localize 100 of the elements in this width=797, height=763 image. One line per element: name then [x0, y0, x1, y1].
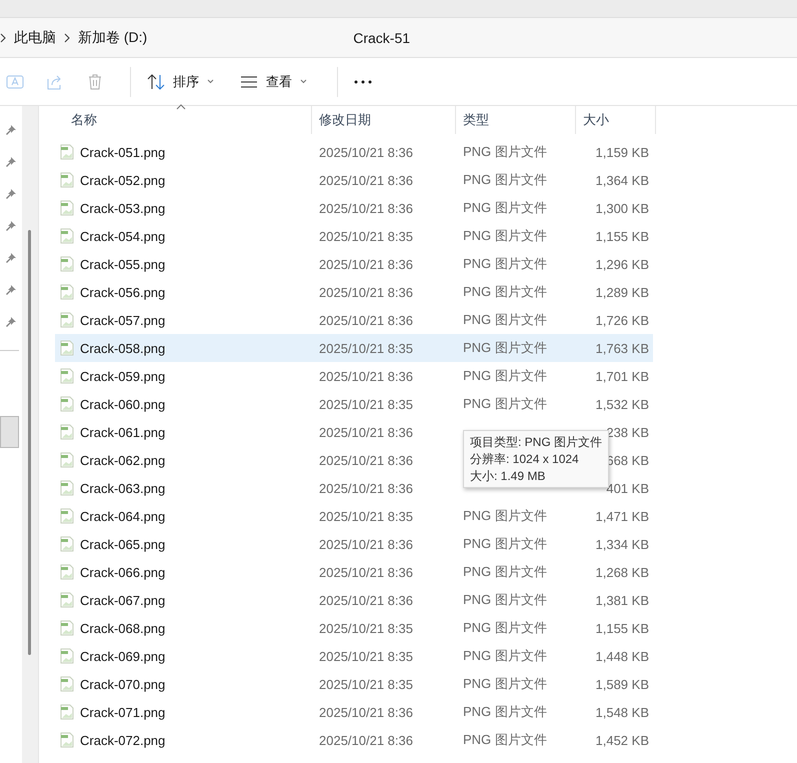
file-type: PNG 图片文件	[462, 171, 548, 189]
breadcrumb-item[interactable]: 此电脑	[6, 28, 64, 46]
modified-date: 2025/10/21 8:36	[318, 704, 414, 720]
file-size: 1,763 KB	[594, 340, 650, 356]
file-type: PNG 图片文件	[462, 535, 548, 553]
file-type: PNG 图片文件	[462, 283, 548, 301]
file-size: 1,155 KB	[594, 228, 650, 244]
file-name[interactable]: Crack-067.png	[80, 592, 166, 608]
pin-icon	[6, 221, 16, 231]
file-name[interactable]: Crack-072.png	[80, 732, 166, 748]
file-size: 1,726 KB	[594, 312, 650, 328]
chevron-icon	[0, 32, 6, 42]
modified-date: 2025/10/21 8:36	[318, 144, 414, 160]
file-size: 1,155 KB	[594, 620, 650, 636]
file-name[interactable]: Crack-052.png	[80, 172, 166, 188]
file-name[interactable]: Crack-055.png	[80, 256, 166, 272]
image-file-icon	[59, 368, 75, 384]
image-file-icon	[59, 284, 75, 300]
sort-menu-button[interactable]: 排序	[141, 68, 220, 94]
file-name[interactable]: Crack-071.png	[80, 704, 166, 720]
file-name[interactable]: Crack-057.png	[80, 312, 166, 328]
image-file-icon	[59, 648, 75, 664]
modified-date: 2025/10/21 8:36	[318, 172, 414, 188]
image-file-icon	[59, 228, 75, 244]
file-name[interactable]: Crack-069.png	[80, 648, 166, 664]
column-header[interactable]: 修改日期	[312, 106, 456, 134]
column-header[interactable]: 类型	[456, 106, 576, 134]
modified-date: 2025/10/21 8:35	[318, 508, 414, 524]
file-size: 1,268 KB	[594, 564, 650, 580]
file-name[interactable]: Crack-054.png	[80, 228, 166, 244]
file-name[interactable]: Crack-061.png	[80, 424, 166, 440]
file-type: PNG 图片文件	[462, 731, 548, 749]
view-lines-icon	[240, 76, 258, 88]
file-name[interactable]: Crack-056.png	[80, 284, 166, 300]
image-file-icon	[59, 424, 75, 440]
modified-date: 2025/10/21 8:36	[318, 284, 414, 300]
pin-icon	[6, 285, 16, 295]
breadcrumb-item[interactable]: Crack-51	[345, 30, 418, 46]
image-file-icon	[59, 172, 75, 188]
file-name[interactable]: Crack-059.png	[80, 368, 166, 384]
modified-date: 2025/10/21 8:36	[318, 732, 414, 748]
chevron-icon	[64, 32, 70, 42]
file-name[interactable]: Crack-064.png	[80, 508, 166, 524]
caret-icon	[207, 79, 214, 84]
file-size: 1,589 KB	[594, 676, 650, 692]
modified-date: 2025/10/21 8:35	[318, 676, 414, 692]
modified-date: 2025/10/21 8:36	[318, 536, 414, 552]
sort-ascending-icon	[176, 104, 186, 110]
modified-date: 2025/10/21 8:36	[318, 424, 414, 440]
modified-date: 2025/10/21 8:35	[318, 340, 414, 356]
modified-date: 2025/10/21 8:36	[318, 452, 414, 468]
modified-date: 2025/10/21 8:36	[318, 592, 414, 608]
file-size: 1,289 KB	[594, 284, 650, 300]
file-name[interactable]: Crack-060.png	[80, 396, 166, 412]
modified-date: 2025/10/21 8:35	[318, 648, 414, 664]
modified-date: 2025/10/21 8:36	[318, 200, 414, 216]
image-file-icon	[59, 536, 75, 552]
modified-date: 2025/10/21 8:36	[318, 368, 414, 384]
image-file-icon	[59, 452, 75, 468]
file-size: 1,701 KB	[594, 368, 650, 384]
file-name[interactable]: Crack-066.png	[80, 564, 166, 580]
pin-icon	[6, 189, 16, 199]
file-type: PNG 图片文件	[462, 227, 548, 245]
sort-icon	[147, 74, 165, 90]
modified-date: 2025/10/21 8:35	[318, 396, 414, 412]
file-size: 1,296 KB	[594, 256, 650, 272]
image-file-icon	[59, 312, 75, 328]
image-file-icon	[59, 396, 75, 412]
file-name[interactable]: Crack-058.png	[80, 340, 166, 356]
modified-date: 2025/10/21 8:36	[318, 564, 414, 580]
image-file-icon	[59, 256, 75, 272]
file-name[interactable]: Crack-051.png	[80, 144, 166, 160]
file-type: PNG 图片文件	[462, 675, 548, 693]
file-name[interactable]: Crack-053.png	[80, 200, 166, 216]
modified-date: 2025/10/21 8:36	[318, 256, 414, 272]
file-size: 1,159 KB	[594, 144, 650, 160]
view-menu-button[interactable]: 查看	[234, 68, 313, 94]
file-name[interactable]: Crack-063.png	[80, 480, 166, 496]
file-size: 1,548 KB	[594, 704, 650, 720]
column-header[interactable]: 大小	[576, 106, 656, 134]
image-file-icon	[59, 732, 75, 748]
file-type: PNG 图片文件	[462, 255, 548, 273]
image-file-icon	[59, 592, 75, 608]
file-type: PNG 图片文件	[462, 143, 548, 161]
file-size: 1,381 KB	[594, 592, 650, 608]
file-type: PNG 图片文件	[462, 339, 548, 357]
file-name[interactable]: Crack-062.png	[80, 452, 166, 468]
breadcrumb-item[interactable]: 新加卷 (D:)	[70, 28, 156, 46]
pin-icon	[6, 253, 16, 263]
file-name[interactable]: Crack-070.png	[80, 676, 166, 692]
file-name[interactable]: Crack-065.png	[80, 536, 166, 552]
more-icon	[354, 80, 372, 84]
modified-date: 2025/10/21 8:36	[318, 480, 414, 496]
file-name[interactable]: Crack-068.png	[80, 620, 166, 636]
tooltip-line: 项目类型: PNG 图片文件	[470, 434, 602, 450]
scrollbar-thumb[interactable]	[28, 230, 31, 655]
column-header[interactable]: 名称	[40, 106, 312, 134]
file-size: 1,532 KB	[594, 396, 650, 412]
pin-icon	[6, 317, 16, 327]
tooltip-line: 大小: 1.49 MB	[470, 468, 546, 484]
